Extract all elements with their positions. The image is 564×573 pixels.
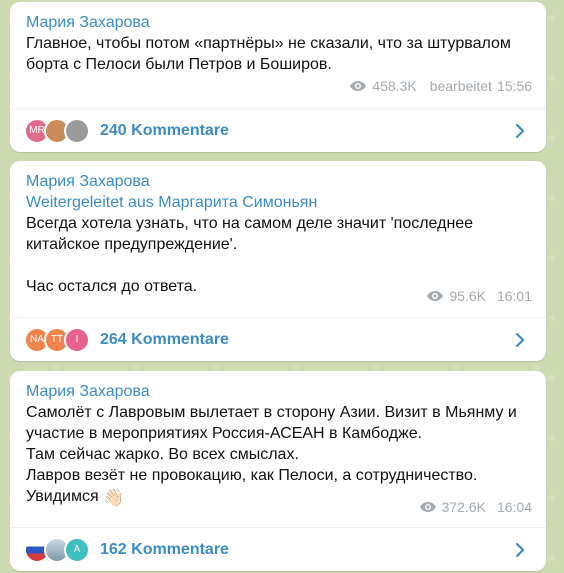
comments-count: 264 Kommentare [100,330,229,348]
timestamp: 16:01 [496,288,532,304]
message-bubble: Мария Захарова Главное, чтобы потом «пар… [10,2,546,152]
view-count: 458.3K [372,78,417,94]
message-text: Всегда хотела узнать, что на самом деле … [26,215,474,295]
comments-button[interactable]: MR 240 Kommentare [10,108,546,152]
eye-icon [419,502,436,512]
view-count: 372.6K [441,499,486,515]
chevron-right-icon [515,332,525,348]
chevron-right-icon [515,542,525,558]
message-meta: 372.6K 16:04 [419,499,532,515]
forwarded-from[interactable]: Weitergeleitet aus Маргарита Симоньян [26,192,530,213]
comments-button[interactable]: NA TT I 264 Kommentare [10,317,546,361]
commenter-avatars: A [24,536,90,563]
waving-hand-emoji: 👋🏻 [103,488,125,507]
edited-label: bearbeitet [429,78,492,94]
timestamp: 15:56 [496,78,532,94]
view-count: 95.6K [449,288,486,304]
message-meta: 458.3K bearbeitet 15:56 [349,78,532,94]
commenter-avatars: NA TT I [24,326,90,353]
author-name[interactable]: Мария Захарова [26,381,530,402]
avatar: I [64,326,90,353]
comments-count: 240 Kommentare [100,121,229,139]
avatar: A [64,536,90,563]
commenter-avatars: MR [24,117,90,144]
eye-icon [350,81,367,91]
message-text: Самолёт с Лавровым вылетает в сторону Аз… [26,402,530,508]
author-name[interactable]: Мария Захарова [26,12,530,33]
message-text: Главное, чтобы потом «партнёры» не сказа… [26,35,516,73]
comments-count: 162 Kommentare [100,540,229,558]
message-bubble: Мария Захарова Weitergeleitet aus Маргар… [10,161,546,361]
message-meta: 95.6K 16:01 [426,288,532,304]
message-text-body: Самолёт с Лавровым вылетает в сторону Аз… [26,404,517,505]
timestamp: 16:04 [496,499,532,515]
avatar [64,117,90,144]
comments-button[interactable]: A 162 Kommentare [10,527,546,571]
author-name[interactable]: Мария Захарова [26,171,530,192]
message-bubble: Мария Захарова Самолёт с Лавровым вылета… [10,371,546,571]
eye-icon [427,291,444,301]
chevron-right-icon [515,123,525,139]
